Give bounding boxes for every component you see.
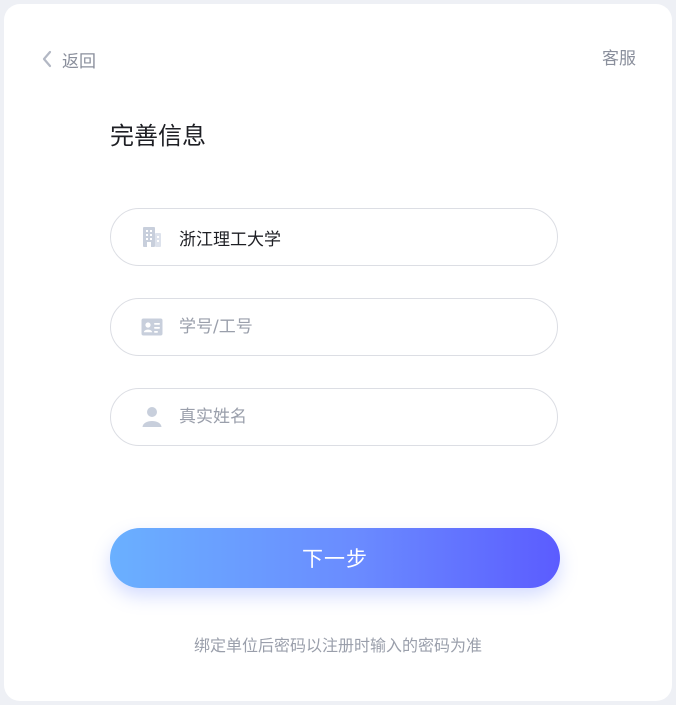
building-icon [141,226,163,248]
real-name-field[interactable] [110,388,558,446]
next-step-button[interactable]: 下一步 [110,528,560,588]
real-name-input[interactable] [179,407,509,427]
id-card-icon [141,316,163,338]
chevron-left-icon [40,49,54,69]
password-hint: 绑定单位后密码以注册时输入的密码为准 [193,636,482,655]
page-title: 完善信息 [110,122,206,150]
student-id-input[interactable] [179,317,509,337]
back-label: 返回 [62,51,96,72]
student-id-field[interactable] [110,298,558,356]
user-icon [141,406,163,428]
school-field[interactable] [110,208,558,266]
customer-service-link[interactable]: 客服 [602,47,636,71]
school-input[interactable] [179,227,509,247]
main-card: 返回 客服 完善信息 浙江理工大学 学号/工号 真实姓名 下一步 绑定单位后密码… [4,4,672,701]
back-button[interactable]: 返回 [40,47,96,72]
